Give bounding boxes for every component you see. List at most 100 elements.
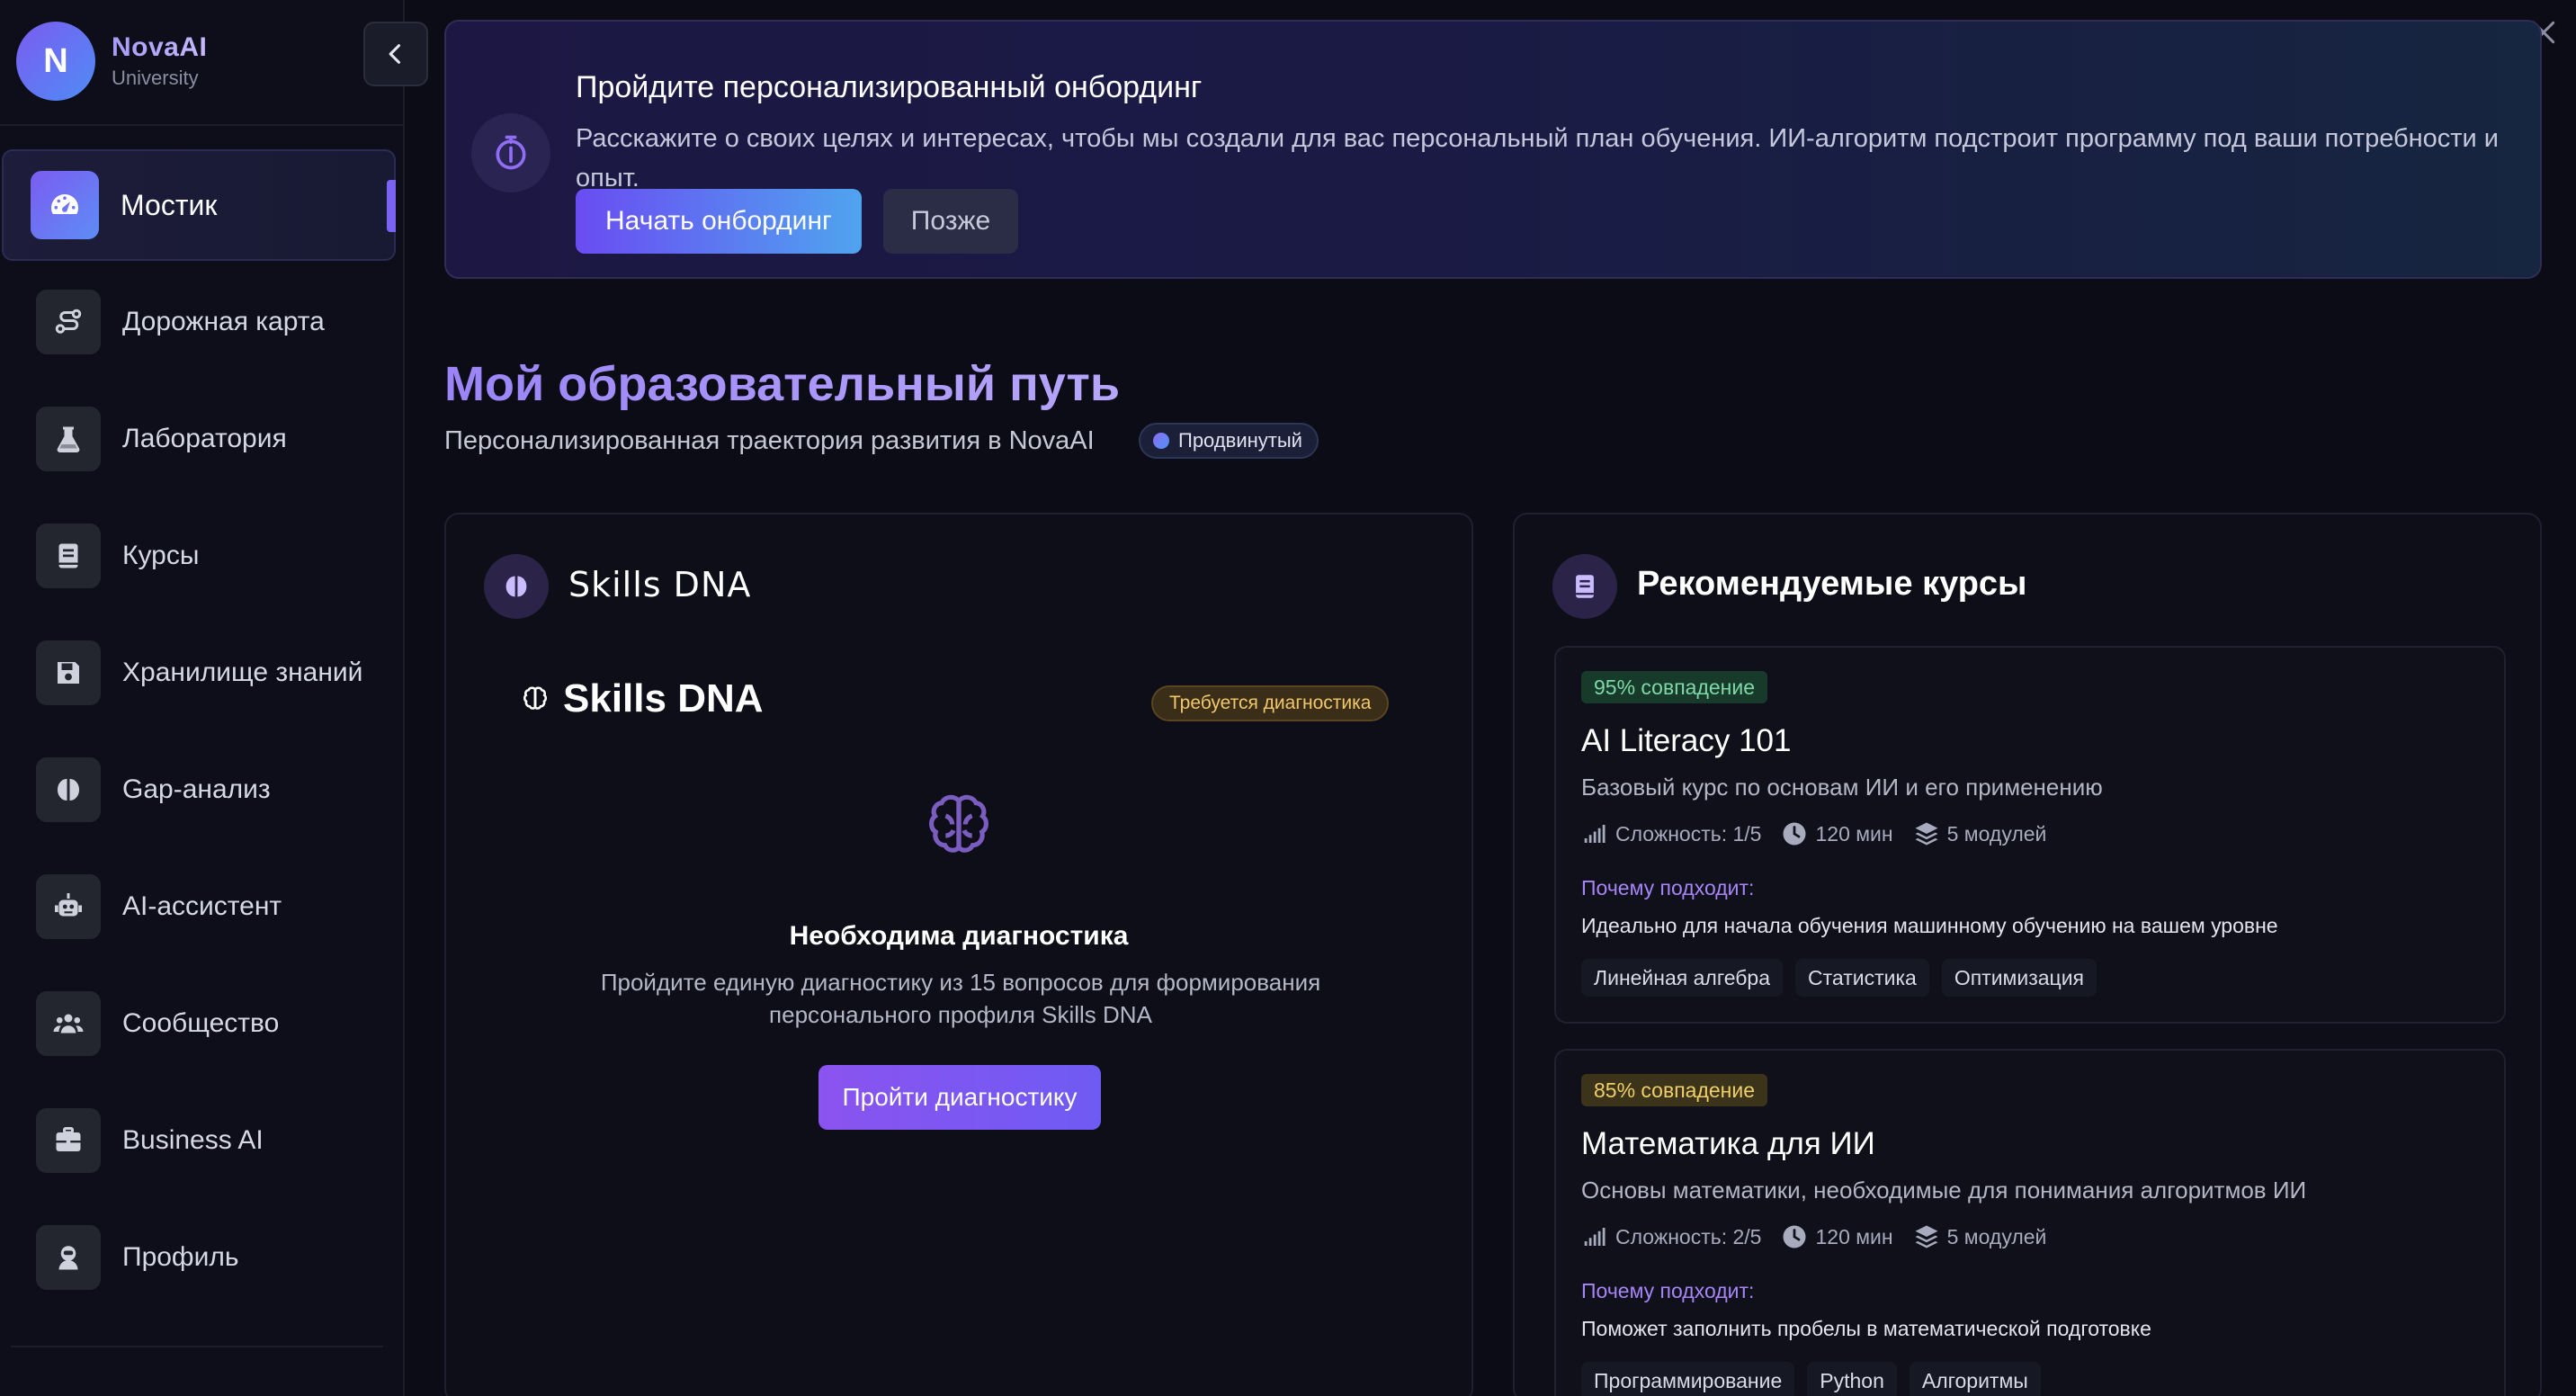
why-text: Поможет заполнить пробелы в математическ… [1581, 1317, 2151, 1340]
sidebar-item-knowledge[interactable]: Хранилище знаний [0, 617, 405, 729]
brain-icon [484, 554, 549, 619]
layers-icon [1915, 1225, 1938, 1248]
course-tag: Статистика [1795, 959, 1929, 997]
onboarding-title: Пройдите персонализированный онбординг [576, 70, 1203, 104]
clock-icon [1783, 822, 1806, 846]
level-badge: Продвинутый [1139, 423, 1319, 459]
course-tags: Программирование Python Алгоритмы [1581, 1362, 2053, 1396]
status-badge: Требуется диагностика [1151, 685, 1390, 721]
signal-bars-icon [1584, 1228, 1606, 1246]
course-tag: Программирование [1581, 1362, 1795, 1396]
onboarding-description: Расскажите о своих целях и интересах, чт… [576, 124, 2499, 192]
book-icon [1552, 554, 1617, 619]
why-text: Идеально для начала обучения машинному о… [1581, 914, 2278, 937]
sidebar-item-bridge[interactable]: Мостик [2, 149, 396, 261]
sidebar-item-label: Дорожная карта [122, 307, 325, 336]
course-description: Базовый курс по основам ИИ и его примене… [1581, 774, 2103, 801]
signal-bars-icon [1584, 825, 1606, 843]
course-card[interactable]: 95% совпадение AI Literacy 101 Базовый к… [1554, 646, 2506, 1024]
difficulty-meta: Сложность: 2/5 [1581, 1223, 1761, 1250]
why-label: Почему подходит: [1581, 876, 1755, 899]
sidebar-nav: Мостик Дорожная карта Лаборатория Курсы [0, 149, 405, 1319]
level-label: Продвинутый [1178, 429, 1302, 452]
course-tag: Линейная алгебра [1581, 959, 1784, 997]
chevron-left-icon [389, 44, 401, 64]
duration-label: 120 мин [1815, 1224, 1893, 1248]
brand-text: NovaAI University [112, 32, 207, 90]
why-label: Почему подходит: [1581, 1279, 1755, 1302]
modules-meta: 5 модулей [1913, 1223, 2046, 1250]
route-icon [36, 290, 101, 354]
sidebar-item-label: Мостик [121, 188, 218, 221]
page-title: Мой образовательный путь [444, 357, 1121, 411]
later-button[interactable]: Позже [883, 189, 1018, 254]
sidebar-item-courses[interactable]: Курсы [0, 500, 405, 612]
course-tag: Оптимизация [1941, 959, 2097, 997]
course-meta: Сложность: 2/5 120 мин 5 модулей [1581, 1223, 2066, 1250]
sidebar: N NovaAI University Мостик Дорожная карт… [0, 0, 405, 1396]
sidebar-item-roadmap[interactable]: Дорожная карта [0, 266, 405, 378]
modules-label: 5 модулей [1946, 821, 2047, 846]
dashboard-gauge-icon [31, 171, 99, 239]
difficulty-label: Сложность: 2/5 [1615, 1224, 1762, 1248]
take-diagnostic-button[interactable]: Пройти диагностику [818, 1065, 1101, 1130]
sidebar-item-label: Курсы [122, 541, 200, 570]
sidebar-item-label: Business AI [122, 1125, 264, 1155]
course-tag: Алгоритмы [1909, 1362, 2041, 1396]
brand-subtitle: University [112, 67, 199, 89]
duration-meta: 120 мин [1781, 1223, 1893, 1250]
sidebar-item-business-ai[interactable]: Business AI [0, 1085, 405, 1196]
sidebar-item-label: Хранилище знаний [122, 658, 363, 687]
recommended-courses-header: Рекомендуемые курсы [1637, 565, 2027, 603]
diagnostic-needed-description: Пройдите единую диагностику из 15 вопрос… [600, 969, 1321, 1028]
brand[interactable]: N NovaAI University [16, 22, 207, 101]
sidebar-item-label: Лаборатория [122, 424, 287, 453]
match-badge: 95% совпадение [1581, 671, 1767, 703]
difficulty-label: Сложность: 1/5 [1615, 821, 1762, 846]
duration-label: 120 мин [1815, 821, 1893, 846]
brain-outline-icon [523, 686, 548, 710]
briefcase-icon [36, 1108, 101, 1173]
users-icon [36, 991, 101, 1056]
robot-icon [36, 874, 101, 939]
start-onboarding-button[interactable]: Начать онбординг [576, 189, 862, 254]
course-card[interactable]: 85% совпадение Математика для ИИ Основы … [1554, 1049, 2506, 1396]
sidebar-item-ai-assistant[interactable]: AI-ассистент [0, 851, 405, 962]
sidebar-item-community[interactable]: Сообщество [0, 968, 405, 1079]
onboarding-banner: Пройдите персонализированный онбординг Р… [444, 20, 2542, 279]
course-title: AI Literacy 101 [1581, 723, 1792, 758]
flask-icon [36, 407, 101, 471]
brand-name: NovaAI [112, 32, 208, 62]
divider [11, 1346, 383, 1347]
recommended-courses-card: Рекомендуемые курсы 95% совпадение AI Li… [1513, 513, 2542, 1396]
brand-avatar: N [16, 22, 95, 101]
sidebar-item-label: Профиль [122, 1242, 239, 1272]
course-tags: Линейная алгебра Статистика Оптимизация [1581, 959, 2109, 997]
skills-dna-title: Skills DNA [563, 676, 764, 720]
collapse-sidebar-button[interactable] [363, 22, 428, 86]
sidebar-item-label: Gap-анализ [122, 774, 271, 804]
course-description: Основы математики, необходимые для поним… [1581, 1177, 2307, 1204]
sidebar-item-gap-analysis[interactable]: Gap-анализ [0, 734, 405, 846]
course-meta: Сложность: 1/5 120 мин 5 модулей [1581, 820, 2066, 847]
duration-meta: 120 мин [1781, 820, 1893, 847]
course-tag: Python [1807, 1362, 1897, 1396]
layers-icon [1915, 822, 1938, 846]
sidebar-item-profile[interactable]: Профиль [0, 1202, 405, 1313]
course-title: Математика для ИИ [1581, 1126, 1875, 1161]
divider [0, 124, 405, 126]
skills-dna-title-row: Skills DNA [520, 676, 764, 721]
book-icon [36, 524, 101, 588]
level-dot-icon [1153, 433, 1169, 449]
skills-dna-card: Skills DNA Skills DNA Требуется диагност… [444, 513, 1473, 1396]
stopwatch-icon [471, 113, 550, 192]
match-badge: 85% совпадение [1581, 1074, 1767, 1106]
brain-outline-icon [929, 794, 988, 853]
clock-icon [1783, 1225, 1806, 1248]
difficulty-meta: Сложность: 1/5 [1581, 820, 1761, 847]
sidebar-item-lab[interactable]: Лаборатория [0, 383, 405, 495]
user-astronaut-icon [36, 1225, 101, 1290]
page-subtitle: Персонализированная траектория развития … [444, 426, 1095, 455]
brain-icon [36, 757, 101, 822]
save-disk-icon [36, 640, 101, 705]
